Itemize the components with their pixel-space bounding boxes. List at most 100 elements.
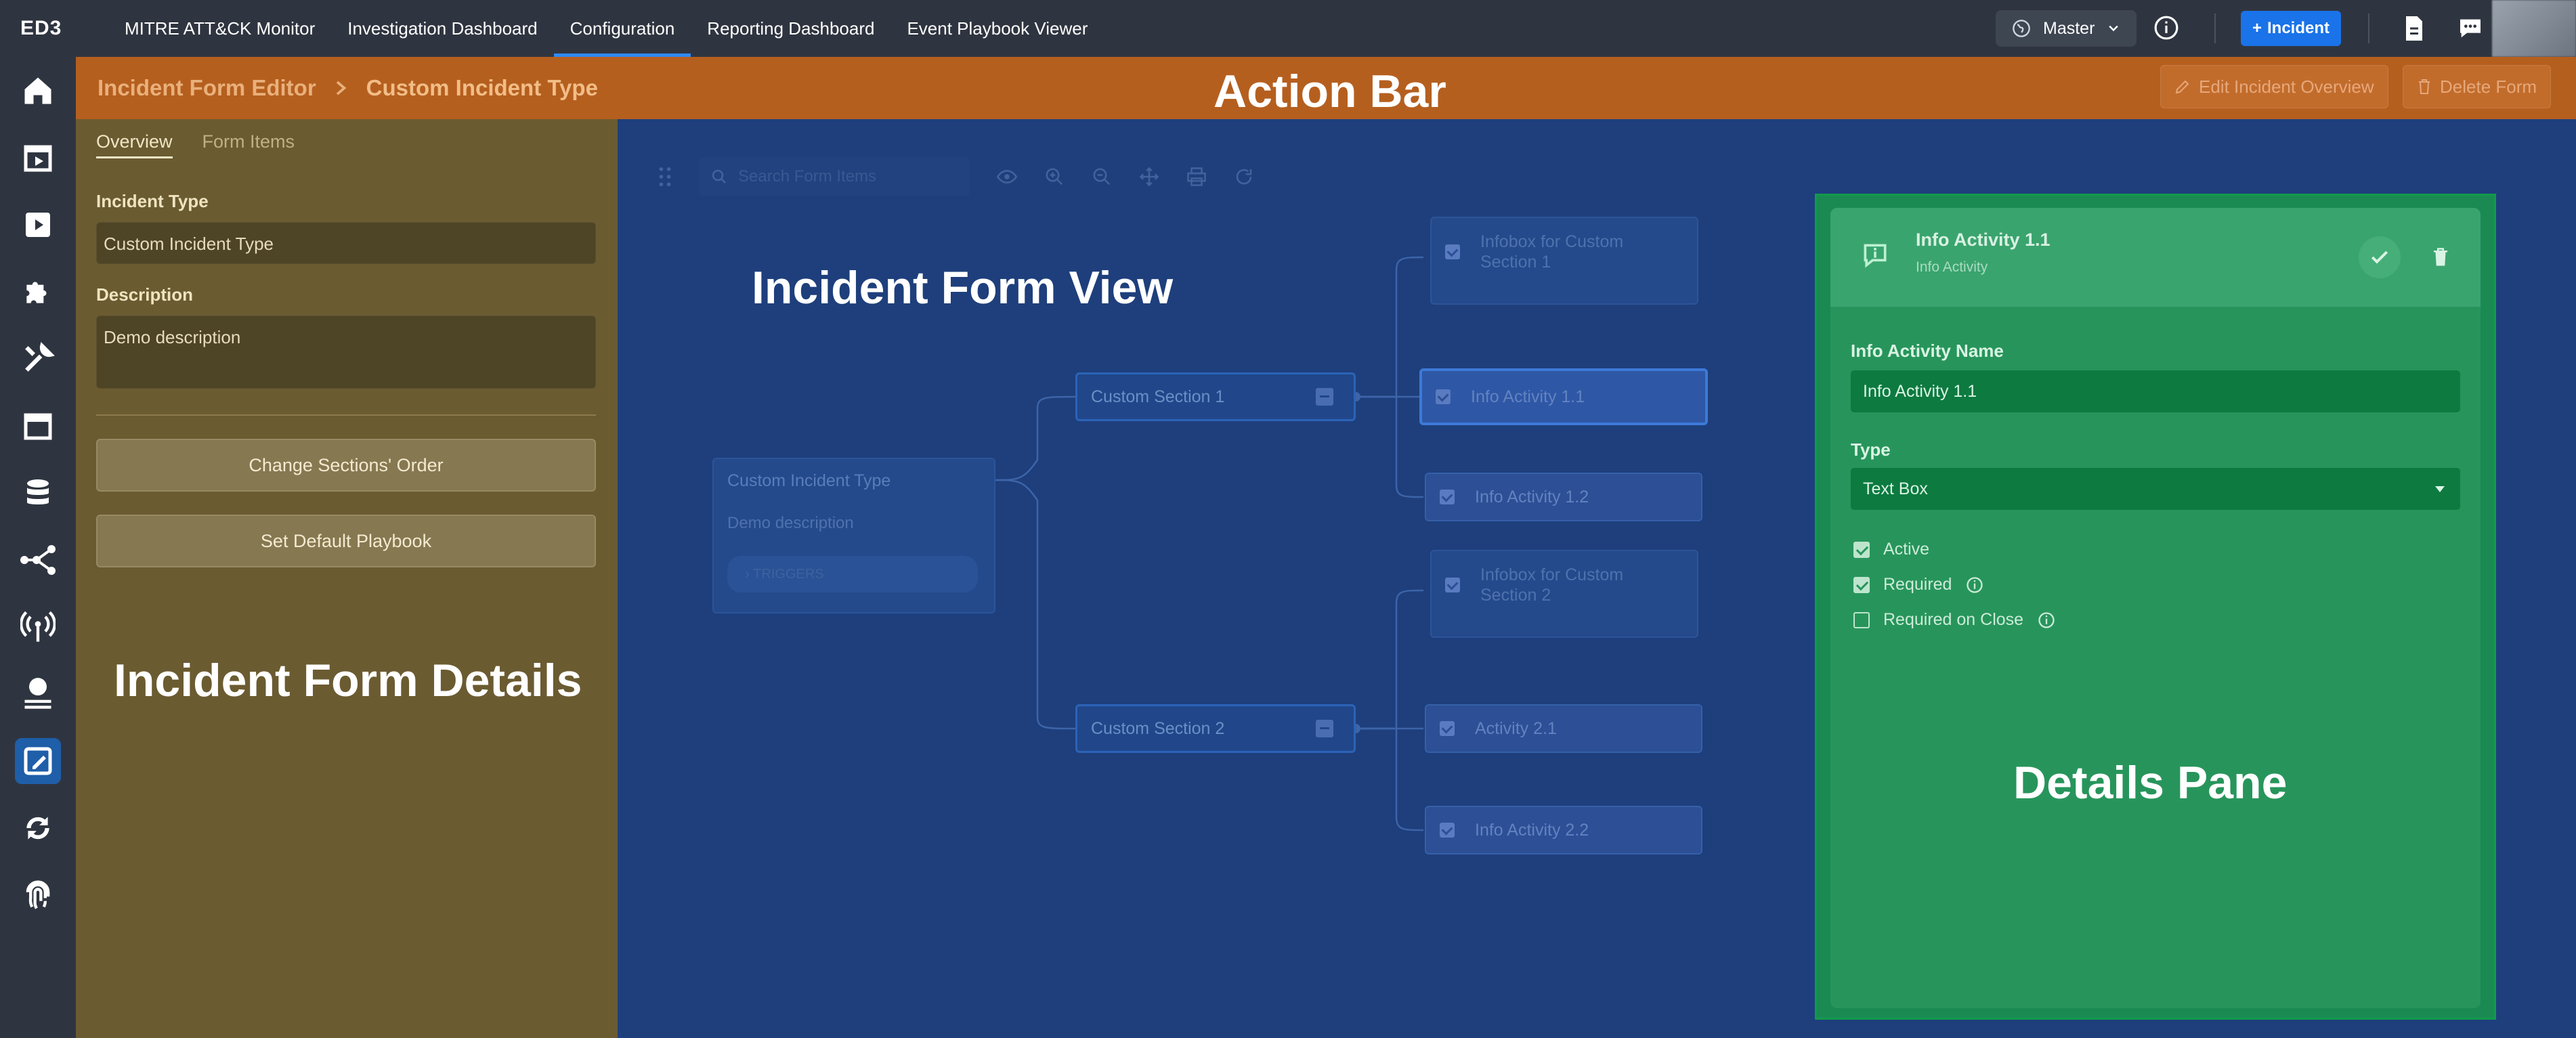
nav-configuration[interactable]: Configuration [553,0,691,57]
incident-form-details-panel: Overview Form Items Incident Type Custom… [76,119,618,1038]
chevron-right-icon [335,80,347,96]
section-node-label: Custom Section 1 [1091,387,1225,406]
divider [2214,14,2216,43]
active-checkbox-row[interactable]: Active [1853,540,1929,559]
incident-type-field[interactable]: Custom Incident Type [96,222,596,264]
required-on-close-checkbox[interactable] [1853,611,1870,628]
activity-node-label: Info Activity 1.2 [1475,487,1589,506]
description-field[interactable]: Demo description [96,316,596,389]
nav-event-playbook-viewer[interactable]: Event Playbook Viewer [890,0,1104,57]
set-default-playbook-button[interactable]: Set Default Playbook [96,515,596,567]
details-header: Info Activity 1.1 Info Activity [1830,208,2481,307]
breadcrumb-parent[interactable]: Incident Form Editor [98,75,316,101]
checkbox-icon [1436,389,1451,404]
new-incident-button[interactable]: + Incident [2241,11,2341,46]
activity-node[interactable]: Info Activity 1.2 [1425,473,1702,521]
antenna-icon[interactable] [15,604,61,650]
top-navigation-bar: ED3 MITRE ATT&CK Monitor Investigation D… [0,0,2576,57]
active-checkbox[interactable] [1853,541,1870,558]
pencil-icon [2174,79,2191,95]
activity-node[interactable]: Activity 2.1 [1425,704,1702,753]
infobox-node-label: Infobox for Custom Section 1 [1480,232,1624,272]
sync-icon[interactable] [15,805,61,851]
incident-form-details-overlay-label: Incident Form Details [114,655,582,706]
collapse-icon[interactable] [1316,388,1333,406]
infobox-node[interactable]: Infobox for Custom Section 1 [1430,217,1698,305]
home-icon[interactable] [15,68,61,114]
nav-mitre-attack-monitor[interactable]: MITRE ATT&CK Monitor [108,0,331,57]
globe-list-icon[interactable] [15,671,61,717]
d3-logo[interactable]: ED3 [20,17,62,39]
info-icon[interactable] [2037,611,2056,630]
triggers-expander[interactable]: › TRIGGERS [727,556,978,592]
puzzle-icon[interactable] [15,269,61,315]
database-icon[interactable] [15,470,61,516]
required-label: Required [1883,575,1952,594]
incident-type-node-title: Custom Incident Type [727,471,891,490]
panel-tabs: Overview Form Items [96,131,295,158]
calendar-play-icon[interactable] [15,135,61,181]
description-label: Description [96,284,194,305]
site-selector-label: Master [2043,18,2095,38]
collapse-icon[interactable] [1316,720,1333,737]
user-avatar[interactable] [2492,0,2576,57]
check-icon [2369,246,2390,268]
section-node-label: Custom Section 2 [1091,718,1225,738]
activity-node-label: Info Activity 2.2 [1475,820,1589,840]
section-node[interactable]: Custom Section 1 [1075,372,1356,421]
activity-node-selected[interactable]: Info Activity 1.1 [1419,368,1708,425]
checkbox-icon [1440,721,1455,736]
action-bar: Incident Form Editor Custom Incident Typ… [76,57,2576,119]
info-icon[interactable] [1965,576,1984,594]
delete-form-label: Delete Form [2440,76,2537,97]
section-node[interactable]: Custom Section 2 [1075,704,1356,753]
tools-icon[interactable] [15,336,61,382]
site-selector[interactable]: Master [1996,10,2137,47]
delete-item-button[interactable] [2420,236,2462,278]
activity-node-label: Info Activity 1.1 [1471,387,1585,406]
graph-icon[interactable] [15,537,61,583]
document-icon[interactable] [2402,15,2426,42]
info-activity-name-label: Info Activity Name [1851,341,2004,361]
required-checkbox-row[interactable]: Required [1853,575,1984,594]
incident-type-node[interactable]: Custom Incident Type Demo description › … [712,458,995,613]
required-on-close-checkbox-row[interactable]: Required on Close [1853,610,2056,630]
incident-type-label: Incident Type [96,191,209,211]
delete-form-button[interactable]: Delete Form [2403,65,2552,108]
action-bar-overlay-label: Action Bar [1214,66,1446,117]
required-checkbox[interactable] [1853,576,1870,593]
tab-overview[interactable]: Overview [96,131,173,158]
tab-form-items[interactable]: Form Items [202,131,295,158]
info-activity-icon [1860,240,1890,270]
info-activity-name-input[interactable]: Info Activity 1.1 [1851,370,2460,412]
chevron-down-icon [2107,22,2120,35]
globe-icon [2012,19,2031,38]
trash-icon [2417,79,2432,95]
type-select[interactable]: Text Box [1851,468,2460,510]
checkbox-icon [1445,578,1460,592]
change-sections-order-button[interactable]: Change Sections' Order [96,439,596,492]
infobox-node[interactable]: Infobox for Custom Section 2 [1430,550,1698,638]
nav-reporting-dashboard[interactable]: Reporting Dashboard [691,0,890,57]
breadcrumb-current: Custom Incident Type [366,75,598,100]
required-on-close-label: Required on Close [1883,610,2024,629]
save-button[interactable] [2359,236,2401,278]
type-select-value: Text Box [1863,479,1928,498]
play-icon[interactable] [15,202,61,248]
calendar-icon[interactable] [15,403,61,449]
checkbox-icon [1445,244,1460,259]
plus-icon: + [2252,19,2262,37]
nav-investigation-dashboard[interactable]: Investigation Dashboard [331,0,553,57]
form-editor-icon[interactable] [15,738,61,784]
info-icon[interactable] [2153,15,2179,41]
details-card: Info Activity 1.1 Info Activity Info Act… [1830,208,2481,1008]
chat-icon[interactable] [2457,15,2484,42]
active-label: Active [1883,540,1930,559]
breadcrumb: Incident Form Editor Custom Incident Typ… [98,57,598,119]
fingerprint-icon[interactable] [15,872,61,918]
activity-node[interactable]: Info Activity 2.2 [1425,806,1702,855]
details-pane: Info Activity 1.1 Info Activity Info Act… [1815,194,2496,1020]
left-sidebar [0,57,76,1038]
checkbox-icon [1440,490,1455,504]
edit-incident-overview-button[interactable]: Edit Incident Overview [2160,65,2388,108]
